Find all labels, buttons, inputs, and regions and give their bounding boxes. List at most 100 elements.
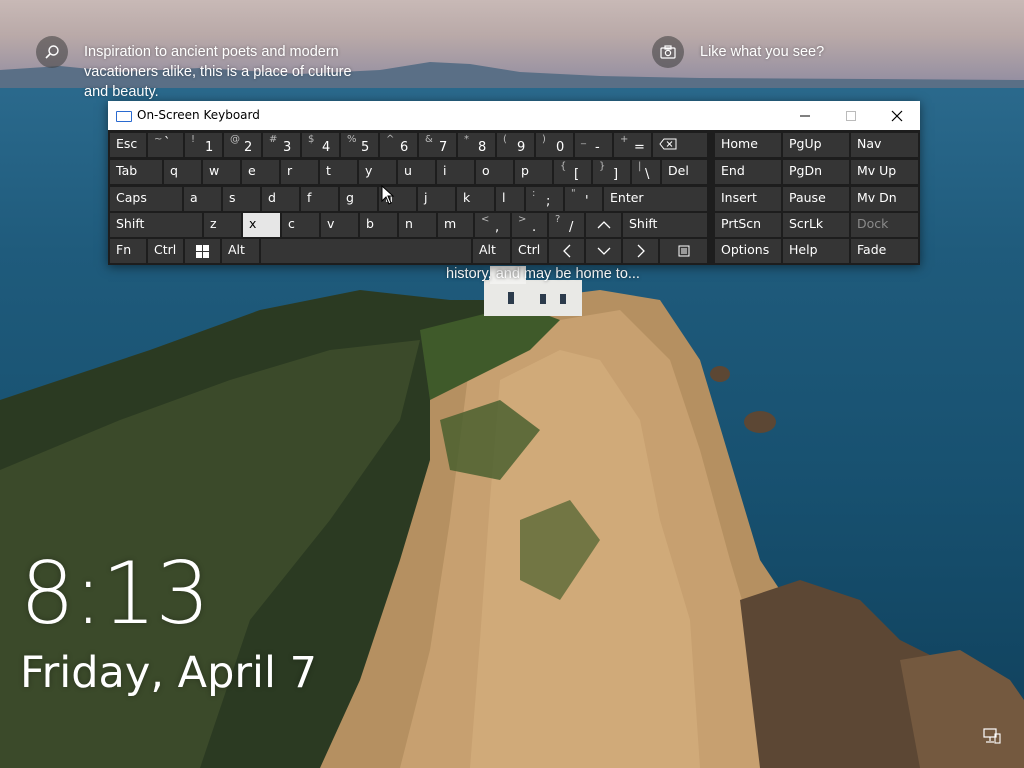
key-pgdn[interactable]: PgDn (783, 160, 849, 184)
key-l[interactable]: l (496, 187, 524, 211)
minimize-button[interactable] (782, 101, 828, 130)
key-e[interactable]: e (242, 160, 279, 184)
camera-icon[interactable] (652, 36, 684, 68)
key-period[interactable]: >. (512, 213, 547, 237)
key-backslash[interactable]: | \ (632, 160, 660, 184)
key-label: Del (668, 163, 689, 178)
key-prtscn[interactable]: PrtScn (715, 213, 781, 237)
key-end[interactable]: End (715, 160, 781, 184)
key-arrow-up[interactable] (586, 213, 621, 237)
key-u[interactable]: u (398, 160, 435, 184)
key-arrow-down[interactable] (586, 239, 621, 263)
key-0[interactable]: ) 0 (536, 133, 573, 157)
maximize-button[interactable] (828, 101, 874, 130)
network-icon[interactable] (983, 728, 1001, 744)
key-minus[interactable]: _ - (575, 133, 612, 157)
key-low-label: ' (585, 194, 589, 209)
key-label: Enter (610, 190, 644, 205)
key-sub-label: ? (555, 214, 561, 225)
key-y[interactable]: y (359, 160, 396, 184)
key-alt-right[interactable]: Alt (473, 239, 510, 263)
key-j[interactable]: j (418, 187, 455, 211)
key-esc[interactable]: Esc (110, 133, 146, 157)
key-a[interactable]: a (184, 187, 221, 211)
key-comma[interactable]: <, (475, 213, 510, 237)
key-nav[interactable]: Nav (851, 133, 918, 157)
on-screen-keyboard-window[interactable]: On-Screen Keyboard Esc ~ ` ! 1 @2 #3 $4 % 5… (108, 101, 920, 265)
key-tab[interactable]: Tab (110, 160, 162, 184)
spotlight-info-text[interactable]: Inspiration to ancient poets and modern … (84, 42, 374, 102)
key-move-up[interactable]: Mv Up (851, 160, 918, 184)
key-n[interactable]: n (399, 213, 436, 237)
key-p[interactable]: p (515, 160, 552, 184)
key-6[interactable]: ^ 6 (380, 133, 417, 157)
key-home[interactable]: Home (715, 133, 781, 157)
key-c[interactable]: c (282, 213, 319, 237)
key-alt-left[interactable]: Alt (222, 239, 259, 263)
key-k[interactable]: k (457, 187, 494, 211)
key-scrlk[interactable]: ScrLk (783, 213, 849, 237)
key-enter[interactable]: Enter (604, 187, 707, 211)
key-g[interactable]: g (340, 187, 377, 211)
key-ctrl-right[interactable]: Ctrl (512, 239, 547, 263)
key-fn[interactable]: Fn (110, 239, 146, 263)
backspace-icon (659, 138, 677, 150)
key-f[interactable]: f (301, 187, 338, 211)
key-backtick[interactable]: ~ ` (148, 133, 183, 157)
key-pause[interactable]: Pause (783, 187, 849, 211)
key-t[interactable]: t (320, 160, 357, 184)
key-help[interactable]: Help (783, 239, 849, 263)
key-8[interactable]: * 8 (458, 133, 495, 157)
key-1[interactable]: ! 1 (185, 133, 222, 157)
key-windows[interactable] (185, 239, 220, 263)
key-slash[interactable]: ? / (549, 213, 584, 237)
key-3[interactable]: #3 (263, 133, 300, 157)
key-options[interactable]: Options (715, 239, 781, 263)
spotlight-info-line: vacationers alike, this is a place of cu… (84, 64, 352, 80)
key-w[interactable]: w (203, 160, 240, 184)
key-equals[interactable]: + = (614, 133, 651, 157)
key-fade[interactable]: Fade (851, 239, 918, 263)
close-button[interactable] (874, 101, 920, 130)
key-quote[interactable]: " ' (565, 187, 602, 211)
key-left-bracket[interactable]: {[ (554, 160, 591, 184)
key-arrow-right[interactable] (623, 239, 658, 263)
key-label: l (502, 190, 506, 205)
key-shift-left[interactable]: Shift (110, 213, 202, 237)
key-backspace[interactable] (653, 133, 707, 157)
key-9[interactable]: (9 (497, 133, 534, 157)
key-ctrl-left[interactable]: Ctrl (148, 239, 183, 263)
key-7[interactable]: & 7 (419, 133, 456, 157)
key-del[interactable]: Del (662, 160, 707, 184)
osk-title-bar[interactable]: On-Screen Keyboard (108, 101, 920, 130)
key-m[interactable]: m (438, 213, 473, 237)
key-z[interactable]: z (204, 213, 241, 237)
key-i[interactable]: i (437, 160, 474, 184)
key-b[interactable]: b (360, 213, 397, 237)
key-sub-label: _ (581, 134, 586, 145)
key-menu[interactable] (660, 239, 707, 263)
key-d[interactable]: d (262, 187, 299, 211)
key-q[interactable]: q (164, 160, 201, 184)
key-arrow-left[interactable] (549, 239, 584, 263)
key-semicolon[interactable]: :; (526, 187, 563, 211)
key-r[interactable]: r (281, 160, 318, 184)
key-x[interactable]: x (243, 213, 280, 237)
search-icon[interactable] (36, 36, 68, 68)
key-4[interactable]: $4 (302, 133, 339, 157)
key-2[interactable]: @2 (224, 133, 261, 157)
like-what-you-see-link[interactable]: Like what you see? (700, 42, 824, 62)
key-s[interactable]: s (223, 187, 260, 211)
key-5[interactable]: % 5 (341, 133, 378, 157)
key-insert[interactable]: Insert (715, 187, 781, 211)
key-o[interactable]: o (476, 160, 513, 184)
key-right-bracket[interactable]: }] (593, 160, 630, 184)
key-label: a (190, 190, 198, 205)
key-move-down[interactable]: Mv Dn (851, 187, 918, 211)
key-shift-right[interactable]: Shift (623, 213, 707, 237)
key-caps[interactable]: Caps (110, 187, 182, 211)
key-space[interactable] (261, 239, 471, 263)
key-label: Home (721, 136, 758, 151)
key-v[interactable]: v (321, 213, 358, 237)
key-pgup[interactable]: PgUp (783, 133, 849, 157)
